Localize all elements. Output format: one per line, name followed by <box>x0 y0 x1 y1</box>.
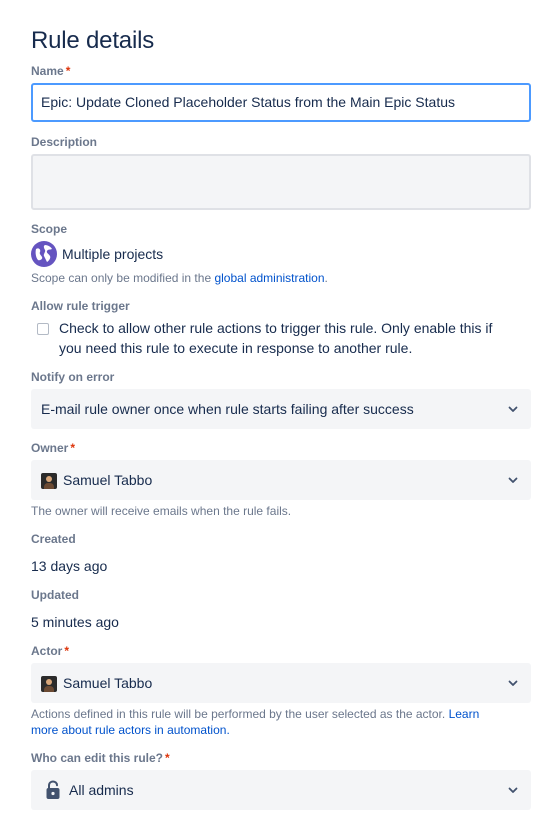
owner-label: Owner * <box>31 440 75 456</box>
created-value: 13 days ago <box>31 558 108 574</box>
allow-rule-trigger-checkbox[interactable] <box>37 323 49 335</box>
allow-rule-trigger-text-2: you need this rule to execute in respons… <box>59 340 413 356</box>
chevron-down-icon <box>508 787 518 793</box>
name-input-value: Epic: Update Cloned Placeholder Status f… <box>41 94 455 110</box>
global-administration-link[interactable]: global administration <box>214 271 324 285</box>
updated-value: 5 minutes ago <box>31 614 119 630</box>
actor-help-line-2: more about rule actors in automation. <box>31 722 230 739</box>
who-can-edit-label: Who can edit this rule? * <box>31 750 170 766</box>
rule-actors-link-suffix: . <box>226 723 230 737</box>
who-can-edit-select[interactable]: All admins <box>31 770 531 810</box>
actor-select[interactable]: Samuel Tabbo <box>31 663 531 703</box>
owner-value: Samuel Tabbo <box>63 472 153 488</box>
actor-value: Samuel Tabbo <box>63 675 153 691</box>
description-textarea[interactable] <box>31 154 531 210</box>
rule-details-panel: Rule details Name * Epic: Update Cloned P… <box>0 0 550 829</box>
avatar <box>41 676 57 692</box>
owner-help: The owner will receive emails when the r… <box>31 504 292 518</box>
actor-help-line-1: Actions defined in this rule will be per… <box>31 706 531 723</box>
notify-on-error-value: E-mail rule owner once when rule starts … <box>41 401 414 417</box>
learn-more-link[interactable]: Learn <box>449 707 480 721</box>
actor-label: Actor * <box>31 643 69 659</box>
allow-rule-trigger-text-1: Check to allow other rule actions to tri… <box>59 320 493 336</box>
description-label: Description <box>31 135 98 149</box>
name-label-text: Name <box>31 64 64 78</box>
avatar <box>41 473 57 489</box>
rule-actors-link[interactable]: more about rule actors in automation <box>31 723 226 737</box>
scope-help-text: Scope can only be modified in the <box>31 271 212 285</box>
scope-help-suffix: . <box>324 271 328 285</box>
name-label: Name * <box>31 63 70 79</box>
scope-help: Scope can only be modified in the global… <box>31 270 328 287</box>
chevron-down-icon <box>508 406 518 412</box>
required-indicator: * <box>70 441 76 455</box>
name-input[interactable]: Epic: Update Cloned Placeholder Status f… <box>31 83 531 122</box>
actor-label-text: Actor <box>31 644 63 658</box>
scope-value: Multiple projects <box>62 246 164 262</box>
who-can-edit-value: All admins <box>69 782 134 798</box>
owner-select[interactable]: Samuel Tabbo <box>31 460 531 500</box>
scope-label: Scope <box>31 222 68 236</box>
actor-help-text: Actions defined in this rule will be per… <box>31 707 446 721</box>
required-indicator: * <box>64 644 70 658</box>
updated-label: Updated <box>31 588 79 602</box>
required-indicator: * <box>65 64 71 78</box>
allow-rule-trigger-label: Allow rule trigger <box>31 299 130 313</box>
unlock-icon <box>46 780 60 799</box>
page-title: Rule details <box>31 27 155 54</box>
chevron-down-icon <box>508 477 518 483</box>
created-label: Created <box>31 532 76 546</box>
globe-icon <box>31 241 57 267</box>
notify-on-error-label: Notify on error <box>31 370 115 384</box>
who-can-edit-label-text: Who can edit this rule? <box>31 751 164 765</box>
notify-on-error-select[interactable]: E-mail rule owner once when rule starts … <box>31 389 531 429</box>
chevron-down-icon <box>508 680 518 686</box>
required-indicator: * <box>165 751 170 765</box>
owner-label-text: Owner <box>31 441 69 455</box>
